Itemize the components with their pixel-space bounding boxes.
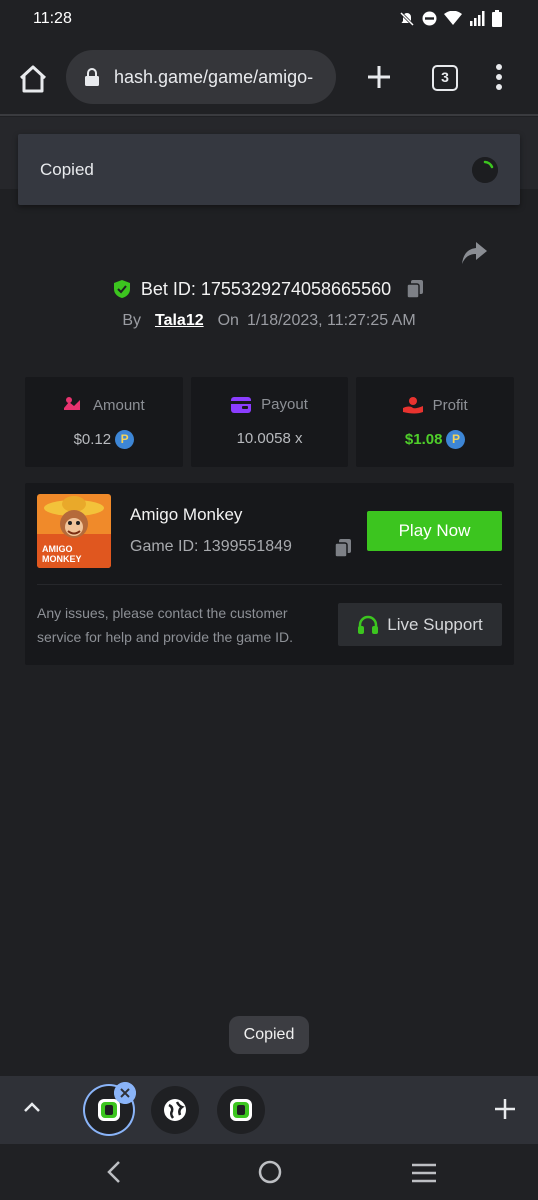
game-name: Amigo Monkey	[130, 505, 243, 524]
bet-author-row: By Tala12 On 1/18/2023, 11:27:25 AM	[0, 310, 538, 332]
mute-icon	[399, 11, 415, 26]
plus-icon[interactable]	[364, 62, 394, 92]
amount-value: $0.12	[73, 431, 112, 448]
status-icons	[399, 10, 502, 27]
menu-icon[interactable]	[488, 62, 510, 92]
lock-icon	[85, 68, 99, 86]
stat-payout: Payout 10.0058 x	[190, 377, 349, 467]
game-id: Game ID: 1399551849	[130, 538, 292, 555]
profit-label: Profit	[432, 396, 468, 414]
tab-strip	[0, 1076, 538, 1144]
spinner-icon	[472, 157, 498, 183]
share-icon[interactable]	[460, 240, 488, 266]
copied-snackbar: Copied	[229, 1016, 309, 1054]
url-bar[interactable]: hash.game/game/amigo-	[66, 50, 336, 104]
tab-switcher-button[interactable]: 3	[432, 65, 458, 91]
recents-icon[interactable]	[411, 1163, 437, 1183]
browser-toolbar: hash.game/game/amigo- 3	[0, 38, 538, 116]
copy-icon[interactable]	[333, 537, 353, 559]
thumb-title-1: AMIGO	[42, 544, 73, 554]
stat-profit: Profit $1.08 P	[356, 377, 515, 467]
copy-icon[interactable]	[404, 278, 426, 300]
play-now-button[interactable]: Play Now	[367, 511, 502, 551]
amount-label: Amount	[92, 396, 145, 414]
toast-text: Copied	[40, 160, 94, 179]
bet-date: 1/18/2023, 11:27:25 AM	[246, 312, 416, 329]
chevron-up-icon[interactable]	[22, 1100, 42, 1114]
coin-icon: P	[115, 430, 135, 449]
payout-label: Payout	[261, 396, 308, 413]
by-label: By	[122, 312, 141, 329]
shield-icon	[113, 280, 130, 298]
stat-amount: Amount $0.12 P	[25, 377, 183, 467]
dnd-icon	[422, 11, 437, 26]
plus-icon[interactable]	[493, 1097, 517, 1121]
profit-icon	[402, 397, 423, 414]
on-label: On	[217, 312, 239, 329]
profit-value: $1.08	[404, 431, 443, 448]
bet-id-row: Bet ID: 1755329274058665560	[0, 276, 538, 302]
card-divider	[37, 584, 502, 585]
wallet-icon	[231, 396, 252, 413]
game-thumbnail[interactable]: AMIGO MONKEY	[37, 494, 111, 568]
back-icon[interactable]	[105, 1160, 123, 1184]
signal-icon	[470, 11, 485, 26]
thumb-title-2: MONKEY	[42, 554, 82, 564]
help-text: Any issues, please contact the customer …	[37, 605, 294, 645]
bet-stats: Amount $0.12 P Payout 10.0058 x Profit $…	[25, 377, 515, 467]
close-icon[interactable]	[114, 1082, 136, 1104]
user-link[interactable]: Tala12	[155, 312, 204, 330]
hash-game-icon	[230, 1099, 252, 1121]
wifi-icon	[444, 11, 462, 25]
bet-id: Bet ID: 1755329274058665560	[140, 278, 392, 299]
status-bar: 11:28	[0, 0, 538, 38]
status-time: 11:28	[33, 10, 72, 27]
strip-tab-hash-game-2[interactable]	[217, 1086, 265, 1134]
globe-icon	[164, 1099, 186, 1121]
headset-icon	[358, 615, 379, 634]
amount-icon	[63, 397, 80, 410]
url-text: hash.game/game/amigo-	[114, 66, 314, 87]
game-card: AMIGO MONKEY Amigo Monkey Game ID: 13995…	[25, 483, 514, 665]
strip-tab-globe[interactable]	[151, 1086, 199, 1134]
copied-toast: Copied	[18, 134, 520, 205]
battery-icon	[492, 10, 502, 27]
payout-value: 10.0058 x	[236, 430, 303, 447]
system-nav-bar	[0, 1144, 538, 1200]
live-support-label: Live Support	[387, 614, 483, 634]
home-icon[interactable]	[15, 61, 51, 97]
live-support-button[interactable]: Live Support	[338, 603, 502, 646]
coin-icon: P	[446, 430, 466, 449]
circle-home-icon[interactable]	[258, 1160, 282, 1184]
